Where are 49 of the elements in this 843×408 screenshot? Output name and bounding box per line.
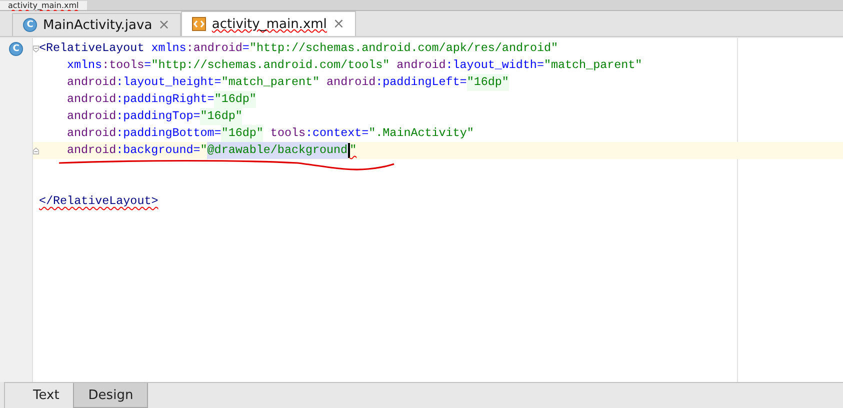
selected-text: @drawable/background <box>207 142 348 159</box>
code-token: :background= <box>116 142 200 159</box>
xml-file-icon <box>192 17 206 31</box>
code-token: "match_parent" <box>544 57 642 74</box>
code-token: = <box>144 57 152 74</box>
code-token: tools <box>269 125 306 142</box>
code-token: "16dp" <box>214 91 256 108</box>
fold-marker-icon[interactable] <box>33 44 39 54</box>
editor-tab[interactable]: C MainActivity.java × <box>12 13 181 36</box>
code-token: </RelativeLayout> <box>39 193 158 210</box>
class-icon: C <box>23 18 37 32</box>
code-token: android <box>67 74 116 91</box>
code-token: :context= <box>306 125 369 142</box>
code-token: :layout_width= <box>446 57 544 74</box>
code-token: :layout_height= <box>116 74 222 91</box>
code-token: " <box>350 142 357 159</box>
editor-tab[interactable]: activity_main.xml × <box>180 11 356 36</box>
code-token: "16dp" <box>200 108 242 125</box>
code-token: xmlns <box>67 57 102 74</box>
tab-label: MainActivity.java <box>43 18 152 32</box>
code-token: "http://schemas.android.com/apk/res/android" <box>249 40 558 57</box>
code-token: xmlns <box>150 40 186 57</box>
code-token: android <box>67 108 116 125</box>
code-token: :android <box>186 40 242 57</box>
code-token: ".MainActivity" <box>368 125 474 142</box>
code-token: "16dp" <box>221 125 264 142</box>
code-token: <RelativeLayout <box>39 40 144 57</box>
window-tab[interactable]: activity_main.xml <box>0 1 87 10</box>
code-token: :paddingTop= <box>116 108 200 125</box>
code-token: "http://schemas.android.com/tools" <box>151 57 390 74</box>
code-token: android <box>67 91 116 108</box>
close-icon[interactable]: × <box>332 17 345 31</box>
code-token: :paddingRight= <box>116 91 214 108</box>
fold-marker-icon[interactable] <box>33 146 39 156</box>
code-token: " <box>200 142 208 159</box>
code-token: android <box>67 125 116 142</box>
code-token: android <box>396 57 446 74</box>
code-token: "match_parent" <box>221 74 320 91</box>
text-cursor <box>348 143 350 158</box>
code-token: android <box>67 142 116 159</box>
code-token: "16dp" <box>466 74 509 91</box>
code-token: android <box>326 74 376 91</box>
tab-label: activity_main.xml <box>212 16 327 32</box>
code-token: = <box>242 40 250 57</box>
view-tab[interactable]: Design <box>73 383 148 408</box>
code-token: :paddingBottom= <box>116 125 222 142</box>
close-icon[interactable]: × <box>158 18 170 32</box>
code-token: :tools <box>102 57 144 74</box>
code-token: :paddingLeft= <box>376 74 467 91</box>
